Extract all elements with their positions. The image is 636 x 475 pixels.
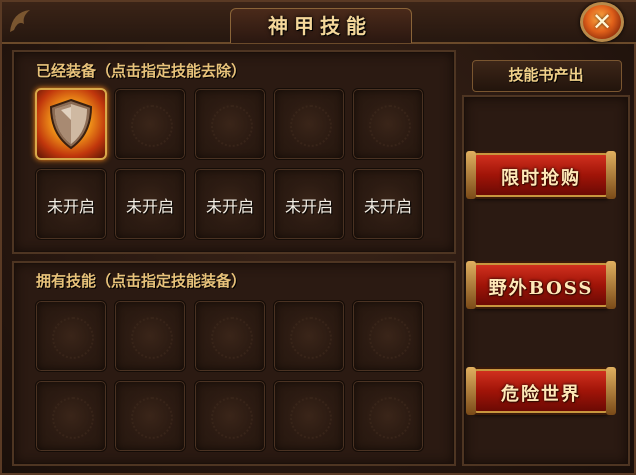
seal-emblem-icon xyxy=(52,317,94,359)
locked-label: 未开启 xyxy=(125,197,174,216)
close-button[interactable]: ✕ xyxy=(580,2,624,42)
seal-emblem-icon xyxy=(131,397,173,439)
owned-skill-slot[interactable] xyxy=(352,380,424,452)
flash-sale-button[interactable]: 限时抢购 xyxy=(466,151,616,199)
empty-skill-slot[interactable] xyxy=(352,88,424,160)
danger-world-label: 危险世界 xyxy=(501,384,581,405)
locked-label: 未开启 xyxy=(363,197,412,216)
locked-label: 未开启 xyxy=(205,197,254,216)
field-boss-button[interactable]: 野外BOSS xyxy=(466,261,616,309)
danger-world-button[interactable]: 危险世界 xyxy=(466,367,616,415)
owned-skill-slot[interactable] xyxy=(114,380,186,452)
owned-skill-slot[interactable] xyxy=(352,300,424,372)
seal-emblem-icon xyxy=(290,105,332,147)
seal-emblem-icon xyxy=(211,105,253,147)
locked-label: 未开启 xyxy=(46,197,95,216)
seal-emblem-icon xyxy=(369,105,411,147)
owned-skill-slot[interactable] xyxy=(35,300,107,372)
empty-skill-slot[interactable] xyxy=(114,88,186,160)
owned-skill-slot[interactable] xyxy=(194,380,266,452)
locked-skill-slot[interactable]: 未开启 xyxy=(194,168,266,240)
locked-skill-slot[interactable]: 未开启 xyxy=(273,168,345,240)
locked-skill-slot[interactable]: 未开启 xyxy=(35,168,107,240)
close-icon: ✕ xyxy=(591,8,613,36)
owned-skill-slot[interactable] xyxy=(35,380,107,452)
owned-skill-slot[interactable] xyxy=(114,300,186,372)
shield-skill-icon xyxy=(49,98,93,150)
owned-skill-slot[interactable] xyxy=(194,300,266,372)
empty-skill-slot[interactable] xyxy=(194,88,266,160)
empty-skill-slot[interactable] xyxy=(273,88,345,160)
seal-emblem-icon xyxy=(290,317,332,359)
owned-skill-slot[interactable] xyxy=(273,380,345,452)
seal-emblem-icon xyxy=(369,397,411,439)
seal-emblem-icon xyxy=(211,397,253,439)
window-title: 神甲技能 xyxy=(268,14,372,38)
side-header-title: 技能书产出 xyxy=(508,66,584,84)
locked-skill-slot[interactable]: 未开启 xyxy=(352,168,424,240)
locked-label: 未开启 xyxy=(284,197,333,216)
seal-emblem-icon xyxy=(369,317,411,359)
owned-skill-slot[interactable] xyxy=(273,300,345,372)
seal-emblem-icon xyxy=(211,317,253,359)
seal-emblem-icon xyxy=(131,105,173,147)
equipped-skill-slot[interactable] xyxy=(35,88,107,160)
seal-emblem-icon xyxy=(52,397,94,439)
field-boss-label: 野外BOSS xyxy=(488,278,594,299)
owned-label: 拥有技能（点击指定技能装备） xyxy=(36,272,247,290)
flash-sale-label: 限时抢购 xyxy=(501,168,581,189)
equipped-label: 已经装备（点击指定技能去除） xyxy=(36,62,247,80)
ornament-corner-icon xyxy=(10,10,30,32)
skill-window: 神甲技能 ✕ 已经装备（点击指定技能去除） 未开启 未开启 未开启 未开启 未开… xyxy=(0,0,636,475)
seal-emblem-icon xyxy=(290,397,332,439)
locked-skill-slot[interactable]: 未开启 xyxy=(114,168,186,240)
seal-emblem-icon xyxy=(131,317,173,359)
